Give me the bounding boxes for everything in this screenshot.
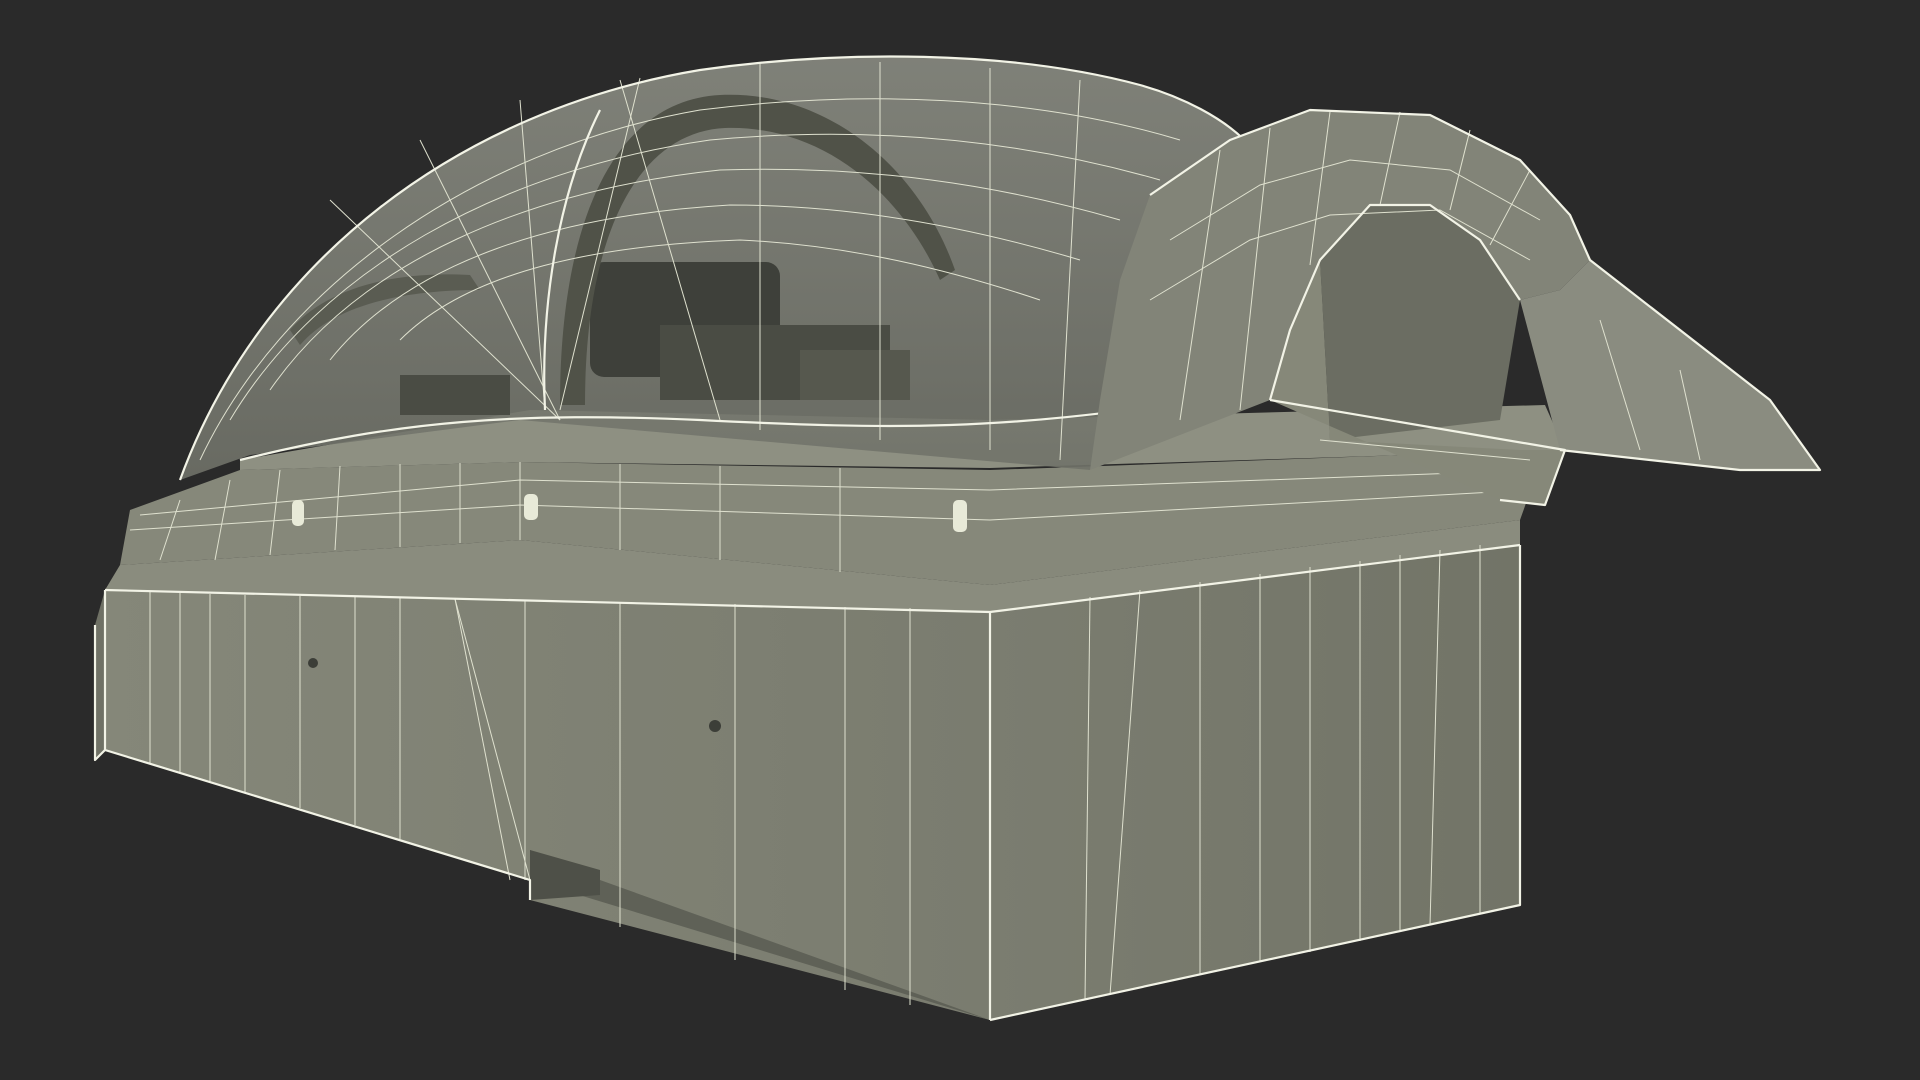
- base-front-face: [105, 590, 990, 1020]
- fairing-wing-right: [1520, 260, 1820, 470]
- interior-box-right: [800, 350, 910, 400]
- bolt-detail-center: [709, 720, 721, 732]
- wireframe-render: [93, 55, 1822, 1022]
- interior-box-left: [400, 375, 510, 415]
- base-lower-step: [95, 590, 105, 760]
- base-side-face: [990, 540, 1520, 1020]
- bolt-detail-left: [308, 658, 318, 668]
- base-box: [93, 520, 1522, 1022]
- hinge-tab-2: [524, 494, 538, 520]
- hinge-tab-3: [953, 500, 967, 532]
- render-viewport: [0, 0, 1920, 1080]
- hinge-tab-1: [292, 500, 304, 526]
